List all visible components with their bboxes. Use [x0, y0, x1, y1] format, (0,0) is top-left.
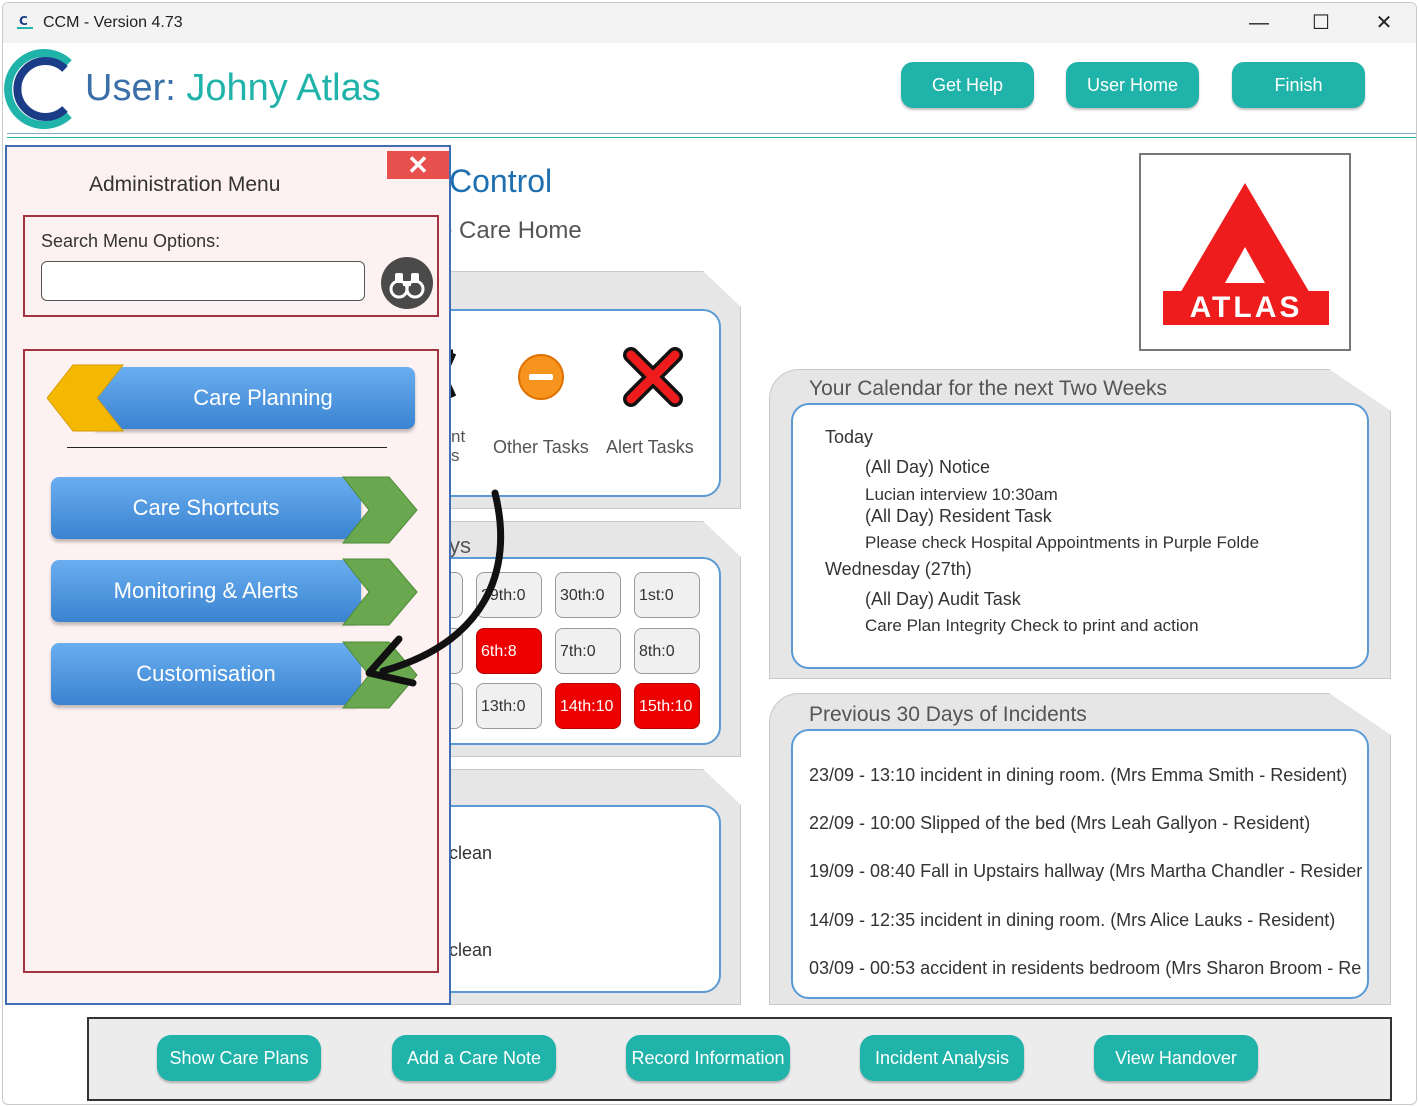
user-name: Johny Atlas — [186, 67, 381, 109]
day-cell[interactable]: 1st:0 — [634, 572, 700, 618]
calendar-entry: Please check Hospital Appointments in Pu… — [865, 533, 1260, 552]
task-label-partial-2: s — [451, 446, 460, 465]
view-handover-button[interactable]: View Handover — [1094, 1035, 1258, 1081]
monitoring-alerts-button[interactable]: Monitoring & Alerts — [51, 560, 361, 622]
menu-close-button[interactable]: ✕ — [387, 151, 449, 179]
back-arrow-icon — [47, 364, 125, 432]
search-label: Search Menu Options: — [41, 231, 221, 251]
user-heading: User: Johny Atlas — [85, 67, 381, 110]
calendar-entry: (All Day) Resident Task — [865, 506, 1052, 526]
day-cell[interactable]: 8th:0 — [634, 628, 700, 674]
calendar-entry: Today — [825, 427, 874, 447]
other-tasks-label[interactable]: Other Tasks — [493, 437, 589, 458]
header-divider-teal — [7, 137, 1416, 138]
calendar-list[interactable]: Today (All Day) Notice Lucian interview … — [791, 403, 1369, 669]
header-divider — [7, 133, 1416, 134]
incident-item[interactable]: 03/09 - 00:53 accident in residents bedr… — [809, 958, 1361, 979]
user-home-button[interactable]: User Home — [1066, 62, 1199, 108]
bottom-action-bar: Show Care Plans Add a Care Note Record I… — [87, 1017, 1392, 1101]
day-cell[interactable]: 30th:0 — [555, 572, 621, 618]
note-fragment: clean — [449, 843, 493, 863]
title-bar: C CCM - Version 4.73 — ☐ ✕ — [3, 3, 1416, 43]
search-input[interactable] — [41, 261, 365, 301]
app-icon: C — [17, 14, 33, 29]
binoculars-search-icon[interactable] — [379, 255, 435, 311]
task-label-partial-1: nt — [451, 427, 466, 446]
incident-item[interactable]: 14/09 - 12:35 incident in dining room. (… — [809, 910, 1335, 931]
other-tasks-icon[interactable] — [517, 353, 567, 403]
svg-text:C: C — [19, 14, 28, 28]
company-logo: ATLAS — [1139, 153, 1351, 351]
alert-tasks-icon[interactable] — [623, 347, 683, 407]
day-cell-alert[interactable]: 15th:10 — [634, 683, 700, 729]
alert-tasks-label[interactable]: Alert Tasks — [606, 437, 694, 458]
annotation-arrow-icon — [365, 489, 505, 687]
care-shortcuts-button[interactable]: Care Shortcuts — [51, 477, 361, 539]
record-information-button[interactable]: Record Information — [626, 1035, 790, 1081]
page-subtitle: e Care Home — [439, 217, 582, 244]
menu-divider — [67, 447, 387, 448]
notes-panel-inner — [423, 805, 721, 993]
incident-item[interactable]: 19/09 - 08:40 Fall in Upstairs hallway (… — [809, 861, 1362, 882]
calendar-entry: (All Day) Notice — [865, 457, 991, 477]
care-planning-button[interactable]: Care Planning — [91, 367, 415, 429]
incident-analysis-button[interactable]: Incident Analysis — [860, 1035, 1024, 1081]
user-prefix: User: — [85, 67, 176, 109]
note-fragment: clean — [449, 940, 493, 960]
day-cell-alert[interactable]: 14th:10 — [555, 683, 621, 729]
maximize-button[interactable]: ☐ — [1298, 9, 1344, 37]
show-care-plans-button[interactable]: Show Care Plans — [157, 1035, 321, 1081]
minimize-button[interactable]: — — [1236, 9, 1282, 37]
incidents-title: Previous 30 Days of Incidents — [809, 703, 1087, 726]
calendar-entry: (All Day) Audit Task — [865, 589, 1021, 609]
search-box: Search Menu Options: — [23, 215, 439, 317]
incidents-list[interactable]: 23/09 - 13:10 incident in dining room. (… — [791, 729, 1369, 999]
menu-title: Administration Menu — [89, 173, 281, 196]
close-window-button[interactable]: ✕ — [1361, 9, 1407, 37]
day-cell[interactable]: 7th:0 — [555, 628, 621, 674]
window-title: CCM - Version 4.73 — [43, 14, 183, 31]
calendar-entry: Lucian interview 10:30am — [865, 485, 1058, 504]
page-title: Control — [449, 163, 553, 199]
calendar-title: Your Calendar for the next Two Weeks — [809, 377, 1167, 400]
incident-item[interactable]: 22/09 - 10:00 Slipped of the bed (Mrs Le… — [809, 813, 1310, 834]
get-help-button[interactable]: Get Help — [901, 62, 1034, 108]
add-care-note-button[interactable]: Add a Care Note — [392, 1035, 556, 1081]
finish-button[interactable]: Finish — [1232, 62, 1365, 108]
atlas-logo-text: ATLAS — [1189, 291, 1303, 324]
calendar-entry: Care Plan Integrity Check to print and a… — [865, 616, 1199, 635]
incident-item[interactable]: 23/09 - 13:10 incident in dining room. (… — [809, 765, 1347, 786]
calendar-entry: Wednesday (27th) — [825, 559, 972, 579]
app-window: C CCM - Version 4.73 — ☐ ✕ User: Johny A… — [2, 2, 1417, 1105]
customisation-button[interactable]: Customisation — [51, 643, 361, 705]
app-logo-c-icon — [4, 49, 72, 129]
